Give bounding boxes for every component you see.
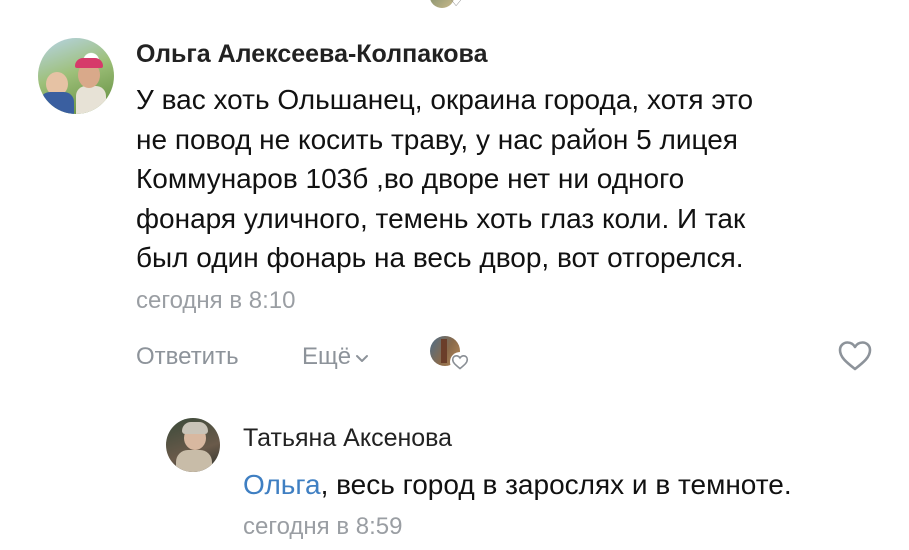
- more-button[interactable]: Ещё: [302, 342, 369, 372]
- comment-text-line: не повод не косить траву, у нас район 5 …: [136, 123, 738, 155]
- avatar[interactable]: [38, 38, 114, 114]
- reply-text-body: , весь город в зарослях и в темноте.: [320, 469, 792, 500]
- comment-body: Ольга Алексеева-Колпакова У вас хоть Оль…: [136, 38, 876, 316]
- comment-text-line: был один фонарь на весь двор, вот отгоре…: [136, 242, 744, 273]
- mention-link[interactable]: Ольга: [243, 469, 321, 500]
- chevron-down-icon: [356, 354, 369, 362]
- previous-comment-likes-fragment: ♡: [430, 0, 472, 11]
- reply-timestamp[interactable]: сегодня в 8:59: [243, 512, 883, 542]
- comment-text: У вас хоть Ольшанец, окраина города, хот…: [136, 80, 876, 278]
- reply-body: Татьяна Аксенова Ольга, весь город в зар…: [243, 422, 883, 542]
- comment-text-line: Коммунаров 103б ,во дворе нет ни одного: [136, 163, 685, 194]
- more-label: Ещё: [302, 343, 352, 370]
- comment-text-line: фонаря уличного, темень хоть глаз коли. …: [136, 202, 746, 234]
- comment-text-line: У вас хоть Ольшанец, окраина города, хот…: [136, 84, 754, 115]
- author-name[interactable]: Ольга Алексеева-Колпакова: [136, 38, 876, 70]
- reply-text: Ольга, весь город в зарослях и в темноте…: [243, 466, 883, 504]
- comment-actions: Ответить Ещё: [136, 336, 876, 376]
- comment-timestamp[interactable]: сегодня в 8:10: [136, 286, 876, 316]
- heart-icon: ♡: [448, 0, 465, 11]
- heart-outline-icon[interactable]: [836, 338, 874, 374]
- reply-button[interactable]: Ответить: [136, 342, 239, 372]
- liker-heart-icon: [450, 352, 470, 372]
- avatar[interactable]: [166, 418, 220, 472]
- author-name[interactable]: Татьяна Аксенова: [243, 422, 883, 454]
